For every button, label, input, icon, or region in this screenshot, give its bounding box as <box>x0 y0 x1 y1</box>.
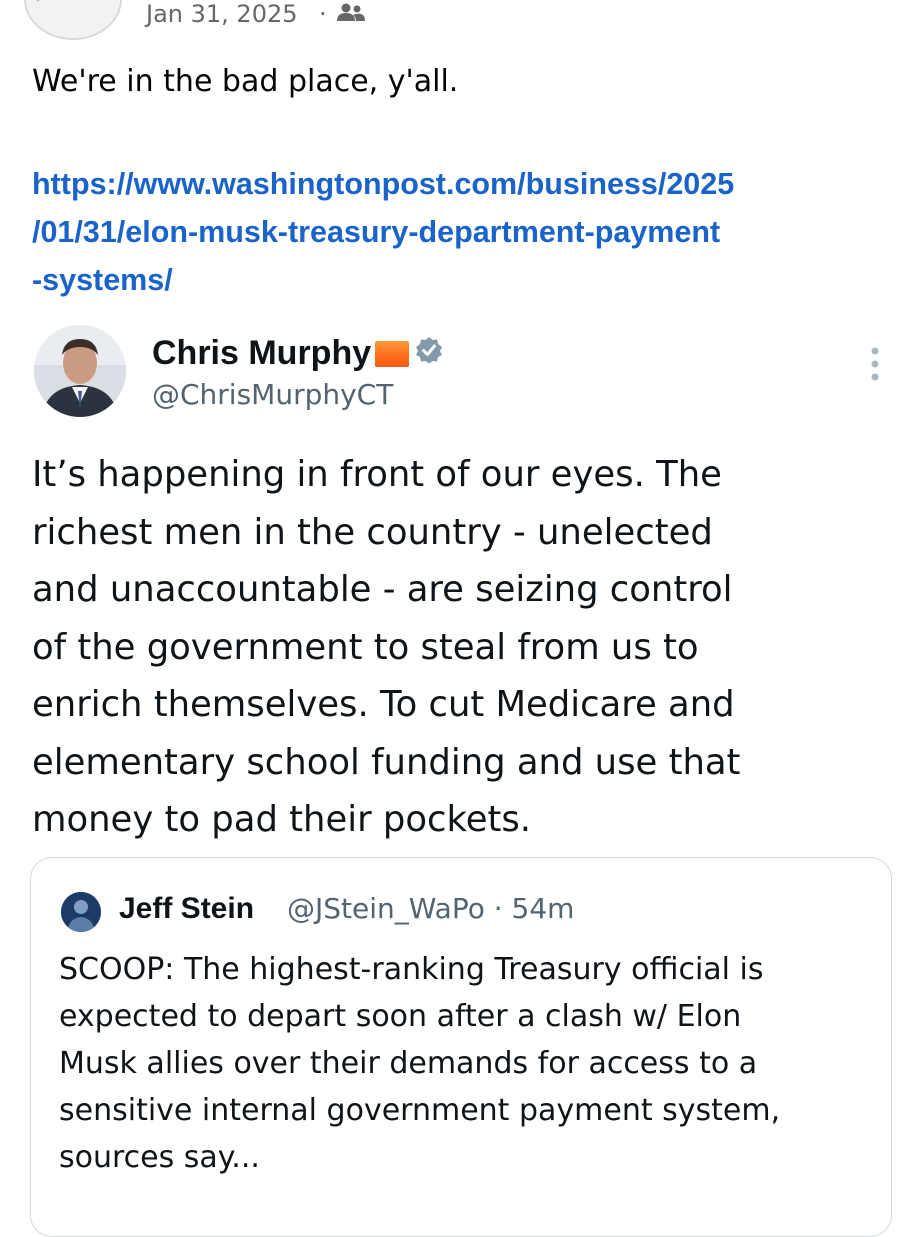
separator-dot: · <box>319 0 327 28</box>
quote-text-line: sensitive internal government payment sy… <box>59 1093 781 1128</box>
tweet-text-line: money to pad their pockets. <box>32 799 532 840</box>
tweet-author-name-text: Chris Murphy <box>152 334 372 372</box>
tweet-text-line: of the government to steal from us to <box>32 626 699 668</box>
tweet-author-handle: @ChrisMurphyCT <box>152 378 394 411</box>
tweet-text-line: It’s happening in front of our eyes. The <box>32 454 722 495</box>
poster-avatar[interactable]: VOTE! <box>24 0 122 40</box>
tweet-author-name: Chris Murphy <box>152 334 443 373</box>
tweet-text-line: richest men in the country - unelected <box>32 511 713 553</box>
quote-text-line: SCOOP: The highest-ranking Treasury offi… <box>59 952 764 987</box>
quote-text-line: expected to depart soon after a clash w/… <box>59 999 742 1034</box>
verified-badge-icon <box>415 334 443 373</box>
article-link-line[interactable]: https://www.washingtonpost.com/business/… <box>32 160 902 208</box>
quoted-tweet-card: Jeff Stein @JStein_WaPo · 54m SCOOP: The… <box>30 857 892 1237</box>
tweet-text-line: and unaccountable - are seizing control <box>32 569 733 610</box>
article-link-line[interactable]: /01/31/elon-musk-treasury-department-pay… <box>32 208 902 256</box>
quote-text-line: Musk allies over their demands for acces… <box>59 1046 758 1081</box>
more-vertical-icon[interactable] <box>868 346 882 387</box>
quote-text: SCOOP: The highest-ranking Treasury offi… <box>59 946 879 1181</box>
tweet-text-line: enrich themselves. To cut Medicare and <box>32 684 735 725</box>
orange-square-emoji <box>375 340 410 367</box>
quote-author-meta: @JStein_WaPo · 54m <box>287 892 575 925</box>
quote-author-name: Jeff Stein <box>119 892 255 925</box>
quote-text-line: sources say... <box>59 1140 260 1175</box>
article-link[interactable]: https://www.washingtonpost.com/business/… <box>32 160 902 304</box>
post-text: We're in the bad place, y'all. <box>32 64 459 99</box>
quote-author-avatar <box>61 892 101 932</box>
tweet-text: It’s happening in front of our eyes. The… <box>32 446 912 849</box>
tweet-text-line: elementary school funding and use that <box>32 741 741 783</box>
article-link-line[interactable]: -systems/ <box>32 256 902 304</box>
post-date[interactable]: Jan 31, 2025 <box>146 0 298 28</box>
tweet-author-avatar <box>34 325 126 417</box>
friends-icon[interactable] <box>336 2 366 29</box>
post-header: VOTE! Jan 31, 2025 · <box>0 0 922 48</box>
